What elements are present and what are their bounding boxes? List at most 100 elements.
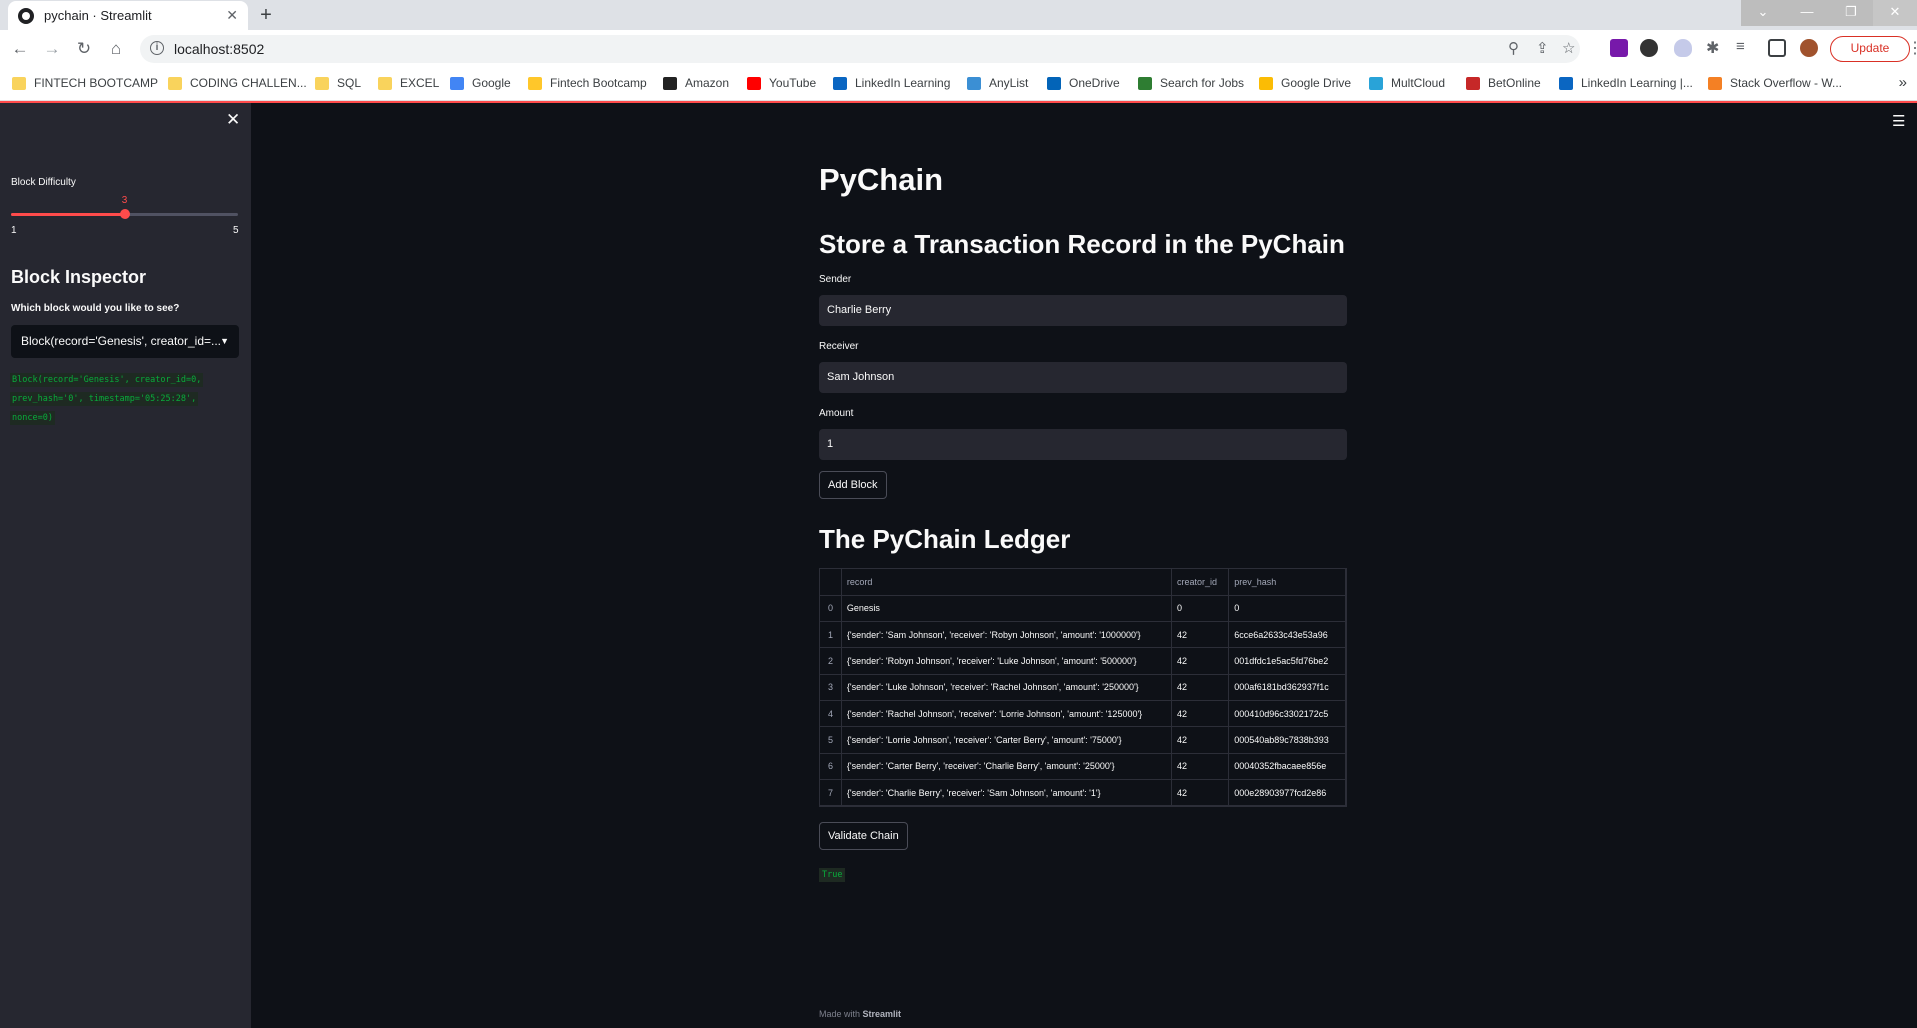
hamburger-menu-icon[interactable]: ☰ [1892,112,1905,130]
footer: Made with Streamlit [819,1009,901,1019]
minimize-icon[interactable]: — [1785,0,1829,26]
column-header[interactable]: creator_id [1171,569,1230,596]
anylist-icon [967,76,981,90]
table-row[interactable]: 5 {'sender': 'Lorrie Johnson', 'receiver'… [820,726,1346,754]
zoom-icon[interactable]: ⚲ [1508,39,1519,57]
tab-search-icon[interactable]: ⌄ [1741,0,1785,26]
bookmark-item[interactable]: OneDrive [1047,76,1120,90]
back-icon[interactable]: ← [8,37,32,61]
bookmark-item[interactable]: Amazon [663,76,729,90]
bookmark-label: BetOnline [1488,76,1541,90]
table-cell: {'sender': 'Rachel Johnson', 'receiver':… [841,700,1173,728]
home-icon[interactable]: ⌂ [104,37,128,61]
bookmark-item[interactable]: LinkedIn Learning |... [1559,76,1693,90]
sender-input[interactable]: Charlie Berry [819,295,1347,326]
table-cell: {'sender': 'Carter Berry', 'receiver': '… [841,753,1173,780]
bookmark-item[interactable]: SQL [315,76,361,90]
forward-icon[interactable]: → [40,37,64,61]
code-line: prev_hash='0', timestamp='05:25:28', [10,392,199,406]
bookmark-item[interactable]: LinkedIn Learning [833,76,950,90]
bookmarks-overflow-icon[interactable]: » [1899,74,1907,91]
table-row[interactable]: 6 {'sender': 'Carter Berry', 'receiver': … [820,753,1346,780]
table-cell: 000af6181bd362937f1c [1228,674,1346,701]
block-inspector-heading: Block Inspector [11,267,147,287]
extension-icon[interactable] [1640,39,1658,57]
umn-icon [528,76,542,90]
bookmark-label: LinkedIn Learning [855,76,951,90]
column-header[interactable] [820,569,842,596]
browser-tab[interactable]: pychain · Streamlit ✕ [8,1,248,30]
reload-icon[interactable]: ↻ [72,37,96,61]
restore-icon[interactable]: ❐ [1829,0,1873,26]
bookmark-label: YouTube [769,76,817,90]
bookmark-item[interactable]: Google Drive [1259,76,1351,90]
bookmark-item[interactable]: CODING CHALLEN... [168,76,307,90]
ledger-table[interactable]: record creator_id prev_hash 0 Genesis 0 0 1 {'s… [819,568,1347,807]
bookmark-item[interactable]: Fintech Bootcamp [528,76,647,90]
footer-brand-link[interactable]: Streamlit [863,1009,902,1019]
betonline-icon [1466,76,1480,90]
difficulty-slider[interactable] [11,209,238,219]
bookmark-item[interactable]: AnyList [967,76,1028,90]
block-select[interactable]: Block(record='Genesis', creator_id=... ▼ [11,325,239,358]
bookmark-item[interactable]: EXCEL [378,76,439,90]
table-row[interactable]: 1 {'sender': 'Sam Johnson', 'receiver': '… [820,621,1346,649]
browser-tab-bar: pychain · Streamlit ✕ + ⌄ — ❐ ✕ [0,0,1917,30]
more-menu-icon[interactable]: ⋮ [1907,37,1917,60]
tab-close-icon[interactable]: ✕ [226,7,238,24]
table-row[interactable]: 7 {'sender': 'Charlie Berry', 'receiver':… [820,779,1346,806]
share-icon[interactable]: ⇪ [1536,39,1549,57]
validate-chain-button[interactable]: Validate Chain [819,822,908,850]
footer-prefix: Made with [819,1009,863,1019]
bookmark-item[interactable]: Stack Overflow - W... [1708,76,1842,90]
bookmark-item[interactable]: FINTECH BOOTCAMP [12,76,158,90]
table-cell: 001dfdc1e5ac5fd76be2 [1228,647,1346,675]
block-select-label: Which block would you like to see? [11,303,180,314]
table-row[interactable]: 4 {'sender': 'Rachel Johnson', 'receiver'… [820,700,1346,728]
receiver-label: Receiver [819,341,859,352]
bookmark-star-icon[interactable]: ☆ [1562,39,1575,57]
bookmark-item[interactable]: Google [450,76,511,90]
table-cell: {'sender': 'Charlie Berry', 'receiver': … [841,779,1173,806]
linkedin-learning-icon [833,76,847,90]
bookmark-label: Google [472,76,511,90]
table-cell: 42 [1171,753,1230,780]
side-panel-icon[interactable] [1768,39,1786,57]
bookmark-item[interactable]: BetOnline [1466,76,1541,90]
column-header[interactable]: record [841,569,1173,596]
add-block-button[interactable]: Add Block [819,471,887,499]
window-close-icon[interactable]: ✕ [1873,0,1917,26]
table-row[interactable]: 3 {'sender': 'Luke Johnson', 'receiver': … [820,674,1346,701]
sidebar-close-icon[interactable]: ✕ [226,110,240,130]
table-row[interactable]: 0 Genesis 0 0 [820,595,1346,623]
amount-input[interactable]: 1 [819,429,1347,460]
bookmark-label: CODING CHALLEN... [190,76,307,90]
update-button[interactable]: Update ⋮ [1830,36,1917,62]
amount-label: Amount [819,408,854,419]
table-cell: 42 [1171,726,1230,754]
slider-max-label: 5 [233,225,239,236]
bookmark-item[interactable]: Search for Jobs [1138,76,1244,90]
streamlit-favicon-icon [18,7,34,24]
column-header[interactable]: prev_hash [1228,569,1346,596]
reading-list-icon[interactable]: ≡ [1736,38,1745,55]
profile-avatar[interactable] [1800,39,1818,57]
update-label: Update [1850,41,1890,55]
new-tab-button[interactable]: + [254,4,278,28]
extensions-puzzle-icon[interactable]: ✱ [1706,38,1719,58]
bookmark-label: FINTECH BOOTCAMP [34,76,159,90]
slider-thumb[interactable] [119,209,130,219]
url-text[interactable]: localhost:8502 [174,41,264,57]
shield-extension-icon[interactable] [1674,39,1692,57]
table-row[interactable]: 2 {'sender': 'Robyn Johnson', 'receiver':… [820,647,1346,675]
table-cell: Genesis [841,595,1173,623]
table-cell: 42 [1171,621,1230,649]
onenote-extension-icon[interactable] [1610,39,1628,57]
row-index: 0 [820,595,842,623]
url-omnibox[interactable]: i localhost:8502 ⚲ ⇪ ☆ [140,35,1580,63]
site-info-icon[interactable]: i [150,41,164,55]
receiver-input[interactable]: Sam Johnson [819,362,1347,393]
bookmark-item[interactable]: YouTube [747,76,816,90]
bookmark-item[interactable]: MultCloud [1369,76,1445,90]
table-cell: 00040352fbacaee856e [1228,753,1346,780]
